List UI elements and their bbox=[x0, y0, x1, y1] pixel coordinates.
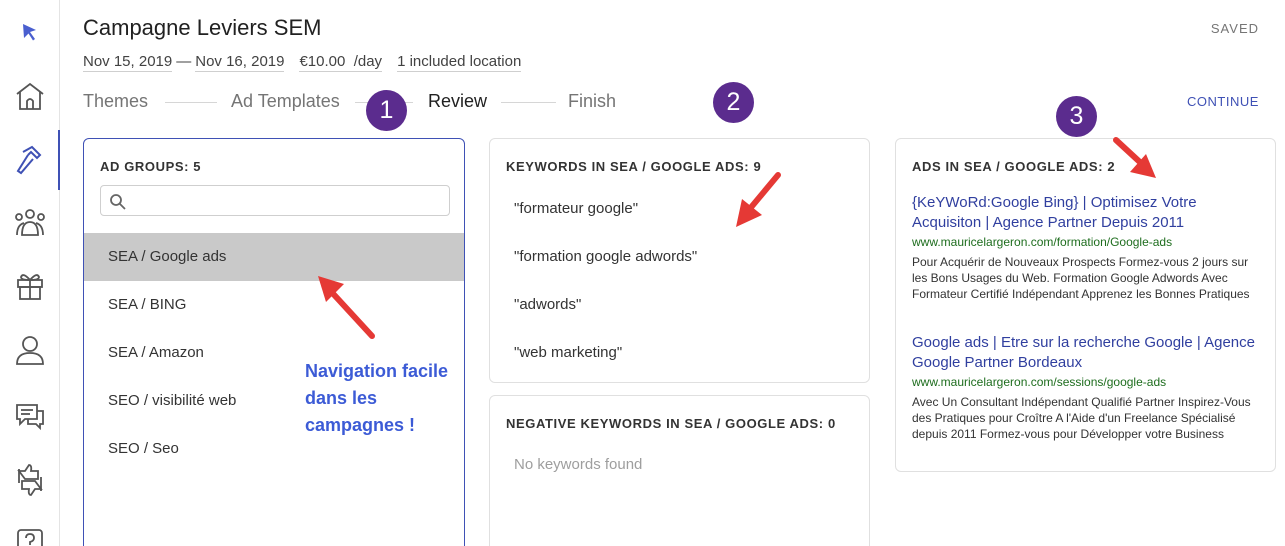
ad-display-url: www.mauricelargeron.com/formation/Google… bbox=[912, 235, 1173, 249]
end-date[interactable]: Nov 16, 2019 bbox=[195, 53, 285, 72]
step-finish[interactable]: Finish bbox=[568, 91, 616, 112]
annotation-badge: 3 bbox=[1056, 96, 1097, 137]
ad-group-item[interactable]: SEA / BING bbox=[84, 281, 464, 329]
step-connector bbox=[165, 102, 217, 103]
hammer-icon[interactable] bbox=[0, 136, 59, 184]
budget-field[interactable]: €10.00 /day bbox=[299, 53, 383, 72]
ad-headline[interactable]: Google ads | Etre sur la recherche Googl… bbox=[912, 333, 1257, 373]
annotation-badge: 2 bbox=[713, 82, 754, 123]
annotation-arrow bbox=[736, 172, 781, 227]
ad-headline[interactable]: {KeYWoRd:Google Bing} | Optimisez Votre … bbox=[912, 193, 1257, 233]
keyword-item: "formateur google" bbox=[514, 200, 639, 217]
step-review[interactable]: Review bbox=[428, 91, 487, 112]
annotation-badge: 1 bbox=[366, 90, 407, 131]
person-icon[interactable] bbox=[0, 326, 59, 374]
step-ad-templates[interactable]: Ad Templates bbox=[231, 91, 340, 112]
keywords-card: KEYWORDS IN SEA / GOOGLE ADS: 9 "formate… bbox=[489, 138, 870, 383]
keywords-heading: KEYWORDS IN SEA / GOOGLE ADS: 9 bbox=[506, 159, 762, 174]
search-input[interactable] bbox=[131, 190, 441, 212]
group-icon[interactable] bbox=[0, 198, 59, 246]
budget-amount: €10.00 bbox=[299, 53, 346, 70]
step-connector bbox=[501, 102, 556, 103]
ads-heading: ADS IN SEA / GOOGLE ADS: 2 bbox=[912, 159, 1116, 174]
keyword-item: "formation google adwords" bbox=[514, 248, 698, 265]
ad-groups-card: AD GROUPS: 5 SEA / Google ads SEA / BING… bbox=[83, 138, 465, 546]
date-separator: — bbox=[176, 53, 192, 70]
sidebar-active-indicator bbox=[58, 130, 60, 190]
ads-card: ADS IN SEA / GOOGLE ADS: 2 {KeYWoRd:Goog… bbox=[895, 138, 1276, 472]
page-title: Campagne Leviers SEM bbox=[83, 15, 322, 40]
ad-description: Avec Un Consultant Indépendant Qualifié … bbox=[912, 395, 1251, 441]
continue-button[interactable]: CONTINUE bbox=[1187, 94, 1259, 109]
keyword-item: "adwords" bbox=[514, 296, 582, 313]
help-icon[interactable] bbox=[0, 518, 59, 546]
budget-unit: /day bbox=[353, 53, 383, 70]
gift-icon[interactable] bbox=[0, 262, 59, 310]
step-themes[interactable]: Themes bbox=[83, 91, 148, 112]
ad-preview[interactable]: {KeYWoRd:Google Bing} | Optimisez Votre … bbox=[912, 193, 1257, 302]
ad-group-search[interactable] bbox=[100, 185, 450, 216]
ad-preview[interactable]: Google ads | Etre sur la recherche Googl… bbox=[912, 333, 1257, 442]
app-root: Campagne Leviers SEM SAVED Nov 15, 2019 … bbox=[0, 0, 1285, 546]
annotation-arrow bbox=[1113, 137, 1156, 178]
negative-keywords-card: NEGATIVE KEYWORDS IN SEA / GOOGLE ADS: 0… bbox=[489, 395, 870, 546]
search-icon bbox=[110, 194, 126, 210]
ad-group-item[interactable]: SEA / Google ads bbox=[84, 233, 464, 281]
annotation-arrow bbox=[318, 276, 375, 339]
keyword-item: "web marketing" bbox=[514, 344, 623, 361]
start-date[interactable]: Nov 15, 2019 bbox=[83, 53, 173, 72]
empty-keywords-text: No keywords found bbox=[514, 456, 643, 473]
negative-keywords-heading: NEGATIVE KEYWORDS IN SEA / GOOGLE ADS: 0 bbox=[506, 416, 836, 431]
cursor-icon[interactable] bbox=[0, 8, 59, 56]
campaign-meta: Nov 15, 2019 — Nov 16, 2019 €10.00 /day … bbox=[83, 53, 522, 72]
ad-display-url: www.mauricelargeron.com/sessions/google-… bbox=[912, 375, 1167, 389]
annotation-text: Navigation facile dans les campagnes ! bbox=[305, 361, 449, 435]
thumbs-icon[interactable] bbox=[0, 456, 59, 504]
save-status: SAVED bbox=[1210, 21, 1259, 36]
chat-icon[interactable] bbox=[0, 392, 59, 440]
ad-groups-heading: AD GROUPS: 5 bbox=[100, 159, 202, 174]
sidebar bbox=[0, 0, 60, 546]
ad-description: Pour Acquérir de Nouveaux Prospects Form… bbox=[912, 255, 1250, 301]
home-icon[interactable] bbox=[0, 72, 59, 120]
locations-field[interactable]: 1 included location bbox=[397, 53, 522, 72]
